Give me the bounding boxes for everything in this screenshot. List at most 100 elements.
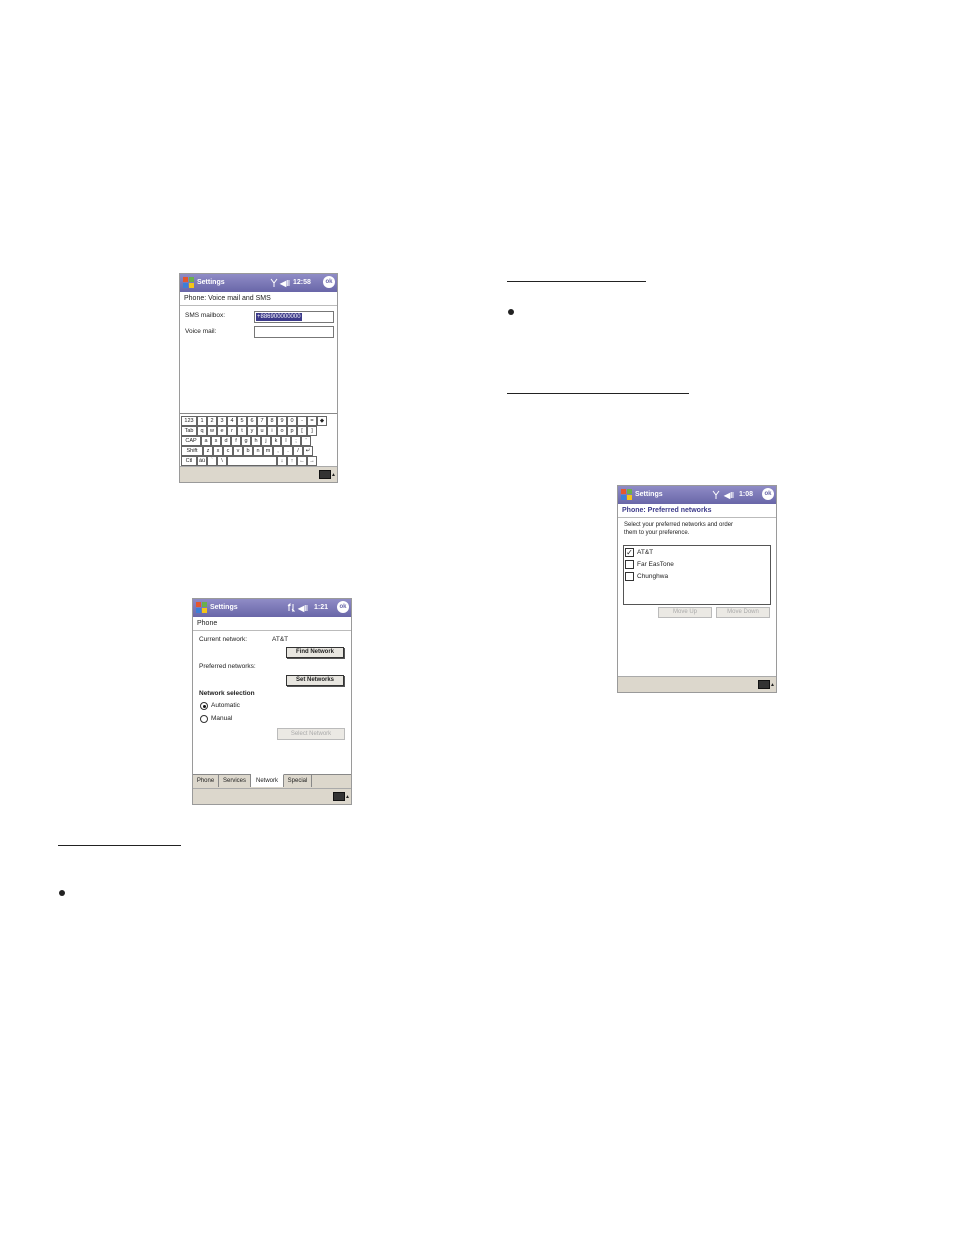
speaker-icon[interactable]: ◀‖ <box>280 279 290 288</box>
key[interactable]: k <box>271 436 281 446</box>
key[interactable]: = <box>307 416 317 426</box>
key[interactable]: u <box>257 426 267 436</box>
key[interactable]: ] <box>307 426 317 436</box>
set-networks-button[interactable]: Set Networks <box>286 675 344 686</box>
key[interactable]: l <box>281 436 291 446</box>
tab-special[interactable]: Special <box>284 775 312 787</box>
key[interactable]: m <box>263 446 273 456</box>
key[interactable]: w <box>207 426 217 436</box>
key[interactable]: 2 <box>207 416 217 426</box>
key[interactable]: t <box>237 426 247 436</box>
key[interactable]: z <box>203 446 213 456</box>
key[interactable]: 123 <box>181 416 197 426</box>
connectivity-icon[interactable] <box>287 603 295 612</box>
key[interactable]: v <box>233 446 243 456</box>
key[interactable]: . <box>283 446 293 456</box>
list-item[interactable]: Chunghwa <box>625 571 765 582</box>
find-network-button[interactable]: Find Network <box>286 647 344 658</box>
key[interactable]: r <box>227 426 237 436</box>
signal-icon[interactable] <box>712 490 720 499</box>
input-selector-arrow-icon[interactable]: ▲ <box>770 682 775 688</box>
tab-network[interactable]: Network <box>251 774 284 787</box>
input-selector-arrow-icon[interactable]: ▲ <box>331 472 336 478</box>
key[interactable]: Shift <box>181 446 203 456</box>
key[interactable]: - <box>297 416 307 426</box>
key[interactable]: áü <box>197 456 207 466</box>
windows-start-icon[interactable] <box>182 276 195 289</box>
key[interactable]: 6 <box>247 416 257 426</box>
key[interactable]: e <box>217 426 227 436</box>
keyboard-row: 123 1 2 3 4 5 6 7 8 9 0- = ◆ <box>180 416 337 426</box>
key[interactable]: , <box>273 446 283 456</box>
key[interactable]: ◆ <box>317 416 327 426</box>
key[interactable]: 1 <box>197 416 207 426</box>
keyboard-icon[interactable] <box>333 792 345 801</box>
key[interactable]: 0 <box>287 416 297 426</box>
ok-button[interactable]: ok <box>337 601 349 613</box>
key[interactable]: x <box>213 446 223 456</box>
keyboard-icon[interactable] <box>319 470 331 479</box>
tab-services[interactable]: Services <box>219 775 251 787</box>
key[interactable]: n <box>253 446 263 456</box>
key[interactable]: i <box>267 426 277 436</box>
voice-mail-input[interactable] <box>254 326 334 338</box>
signal-icon[interactable] <box>270 278 278 287</box>
key[interactable]: h <box>251 436 261 446</box>
key[interactable]: 5 <box>237 416 247 426</box>
key[interactable]: y <box>247 426 257 436</box>
key[interactable]: ' <box>301 436 311 446</box>
manual-radio[interactable] <box>200 715 208 723</box>
checkbox-far-eastone[interactable] <box>625 560 634 569</box>
key[interactable]: f <box>231 436 241 446</box>
instructions-line-1: Select your preferred networks and order <box>624 522 734 528</box>
key[interactable]: c <box>223 446 233 456</box>
speaker-icon[interactable]: ◀‖ <box>724 491 734 500</box>
key[interactable]: 3 <box>217 416 227 426</box>
keyboard-icon[interactable] <box>758 680 770 689</box>
key[interactable]: j <box>261 436 271 446</box>
key[interactable]: q <box>197 426 207 436</box>
key[interactable]: [ <box>297 426 307 436</box>
key[interactable]: a <box>201 436 211 446</box>
clock[interactable]: 12:58 <box>293 279 311 286</box>
key[interactable]: ; <box>291 436 301 446</box>
ok-button[interactable]: ok <box>762 488 774 500</box>
list-item[interactable]: Far EasTone <box>625 559 765 570</box>
key[interactable]: / <box>293 446 303 456</box>
key[interactable]: Ctl <box>181 456 197 466</box>
sms-mailbox-input[interactable]: +886900000000 <box>254 311 334 323</box>
windows-start-icon[interactable] <box>195 601 208 614</box>
automatic-radio[interactable] <box>200 702 208 710</box>
key[interactable]: b <box>243 446 253 456</box>
key[interactable]: 9 <box>277 416 287 426</box>
key[interactable]: g <box>241 436 251 446</box>
key[interactable]: 4 <box>227 416 237 426</box>
key[interactable]: ↵ <box>303 446 313 456</box>
key[interactable]: ↑ <box>287 456 297 466</box>
key[interactable]: 7 <box>257 416 267 426</box>
key[interactable]: ← <box>297 456 307 466</box>
ok-button[interactable]: ok <box>323 276 335 288</box>
checkbox-att[interactable]: ✓ <box>625 548 634 557</box>
tab-bar: Phone Services Network Special <box>193 774 351 788</box>
key[interactable]: ` <box>207 456 217 466</box>
windows-start-icon[interactable] <box>620 488 633 501</box>
key[interactable]: Tab <box>181 426 197 436</box>
key[interactable]: \ <box>217 456 227 466</box>
speaker-icon[interactable]: ◀‖ <box>298 604 308 613</box>
key[interactable]: p <box>287 426 297 436</box>
checkbox-chunghwa[interactable] <box>625 572 634 581</box>
key[interactable] <box>227 456 277 466</box>
input-selector-arrow-icon[interactable]: ▲ <box>345 794 350 800</box>
clock[interactable]: 1:21 <box>314 604 328 611</box>
key[interactable]: o <box>277 426 287 436</box>
key[interactable]: ↓ <box>277 456 287 466</box>
clock[interactable]: 1:08 <box>739 491 753 498</box>
list-item[interactable]: ✓ AT&T <box>625 547 765 558</box>
key[interactable]: s <box>211 436 221 446</box>
key[interactable]: 8 <box>267 416 277 426</box>
tab-phone[interactable]: Phone <box>193 775 219 787</box>
key[interactable]: → <box>307 456 317 466</box>
key[interactable]: d <box>221 436 231 446</box>
key[interactable]: CAP <box>181 436 201 446</box>
